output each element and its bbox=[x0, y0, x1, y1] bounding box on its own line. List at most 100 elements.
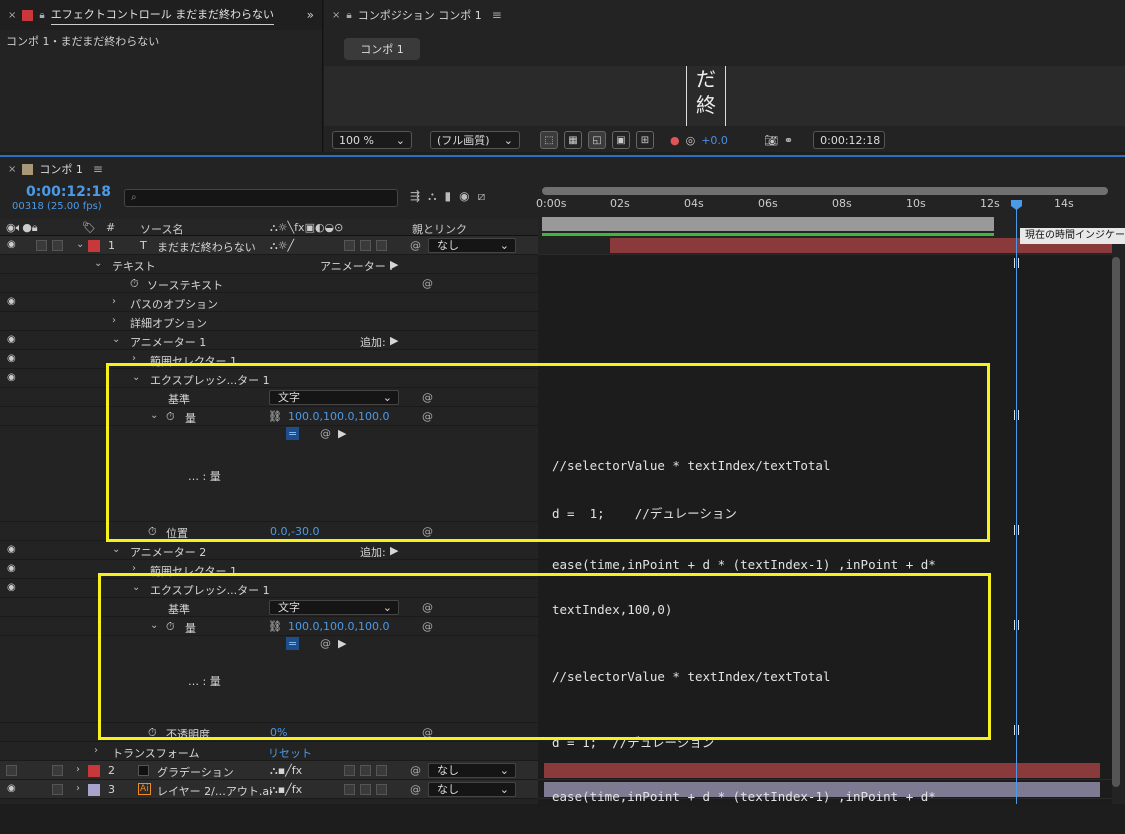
keyframe-marker[interactable] bbox=[1014, 725, 1019, 735]
switch-box[interactable] bbox=[344, 240, 355, 251]
text-group-row[interactable]: ⌄ テキスト アニメーター : ▶ bbox=[0, 255, 538, 274]
layer-row-1[interactable]: ◉ ⌄ 1 T まだまだ終わらない ⛬☼╱ @ なし ⌄ bbox=[0, 236, 538, 255]
chevron-right-icon[interactable]: › bbox=[112, 315, 116, 326]
eye-icon[interactable]: ◉ bbox=[7, 582, 16, 593]
channel-icon[interactable]: ● bbox=[670, 134, 680, 147]
exposure-value[interactable]: +0.0 bbox=[701, 134, 728, 147]
layer-switch-icons[interactable]: ⛬▪╱fx bbox=[270, 783, 302, 797]
lock-switch[interactable] bbox=[52, 784, 63, 795]
eye-icon[interactable]: ◉ bbox=[7, 563, 16, 574]
chevron-right-icon[interactable]: › bbox=[76, 783, 80, 794]
switch-box[interactable] bbox=[376, 765, 387, 776]
chevron-down-icon[interactable]: ⌄ bbox=[76, 239, 84, 250]
layer-name[interactable]: レイヤー 2/…アウト.ai bbox=[157, 783, 272, 799]
pickwhip-icon[interactable]: @ bbox=[410, 783, 421, 796]
vertical-scrollbar[interactable] bbox=[1112, 257, 1120, 787]
show-snapshot-icon[interactable]: ⚭ bbox=[784, 134, 793, 147]
comp-flowchart-icon[interactable]: ⇶ bbox=[410, 189, 420, 204]
menu-icon[interactable]: ≡ bbox=[93, 162, 103, 176]
eye-icon[interactable]: ◉ bbox=[7, 544, 16, 555]
eye-icon[interactable]: ◉ bbox=[7, 372, 16, 383]
layer-switch-icons[interactable]: ⛬☼╱ bbox=[270, 239, 294, 253]
eye-icon[interactable]: ◉ bbox=[7, 296, 16, 307]
layer-row-3[interactable]: ◉ › 3 Ai レイヤー 2/…アウト.ai ⛬▪╱fx @ なし ⌄ bbox=[0, 780, 538, 799]
stopwatch-icon[interactable]: ⏱︎ bbox=[130, 277, 139, 291]
parent-dropdown[interactable]: なし ⌄ bbox=[428, 238, 516, 253]
switch-box[interactable] bbox=[344, 765, 355, 776]
more-options-row[interactable]: › 詳細オプション bbox=[0, 312, 538, 331]
label-swatch[interactable] bbox=[88, 784, 100, 796]
keyframe-marker[interactable] bbox=[1014, 258, 1019, 268]
play-circle-icon[interactable]: ▶ bbox=[390, 334, 398, 347]
current-time-indicator-line[interactable] bbox=[1016, 200, 1017, 804]
transparency-grid-icon[interactable]: ▦ bbox=[564, 131, 582, 149]
source-name-header[interactable]: ソース名 bbox=[140, 221, 183, 237]
timeline-tab[interactable]: × コンポ 1 ≡ bbox=[0, 157, 1125, 181]
layer-row-2[interactable]: › 2 グラデーション ⛬▪╱fx @ なし ⌄ bbox=[0, 761, 538, 780]
close-icon[interactable]: × bbox=[8, 10, 16, 21]
close-icon[interactable]: × bbox=[8, 164, 16, 175]
pickwhip-icon[interactable]: @ bbox=[410, 239, 421, 252]
source-text-row[interactable]: ⏱︎ ソーステキスト @ bbox=[0, 274, 538, 293]
path-options-row[interactable]: ◉ › パスのオプション bbox=[0, 293, 538, 312]
time-navigator[interactable] bbox=[542, 187, 1108, 195]
comp-tab-button[interactable]: コンポ 1 bbox=[344, 38, 420, 60]
shy-icon[interactable]: ⛬ bbox=[428, 189, 436, 204]
snapshot-icon[interactable]: 📷︎ bbox=[764, 134, 778, 147]
keyframe-marker[interactable] bbox=[1014, 620, 1019, 630]
composition-tab[interactable]: × 🔒︎ コンポジション コンポ 1 ≡ bbox=[324, 0, 1125, 30]
lock-icon[interactable]: 🔒︎ bbox=[39, 10, 44, 21]
reset-link[interactable]: リセット bbox=[268, 745, 312, 761]
mask-path-icon[interactable]: ◱ bbox=[588, 131, 606, 149]
layer-switch-icons[interactable]: ⛬▪╱fx bbox=[270, 764, 302, 778]
switch-box[interactable] bbox=[360, 765, 371, 776]
composition-viewer[interactable]: だ 終 bbox=[324, 66, 1125, 126]
animator1-row[interactable]: ◉ ⌄ アニメーター 1 追加: ▶ bbox=[0, 331, 538, 350]
switch-box[interactable] bbox=[376, 784, 387, 795]
grid-guides-icon[interactable]: ⊞ bbox=[636, 131, 654, 149]
zoom-dropdown[interactable]: 100 % ⌄ bbox=[332, 131, 412, 149]
transform-row[interactable]: › トランスフォーム リセット bbox=[0, 742, 538, 761]
layer-name[interactable]: まだまだ終わらない bbox=[157, 239, 256, 255]
pickwhip-icon[interactable]: @ bbox=[422, 277, 433, 290]
switch-box[interactable] bbox=[376, 240, 387, 251]
label-swatch[interactable] bbox=[88, 765, 100, 777]
region-of-interest-icon[interactable]: ▣ bbox=[612, 131, 630, 149]
play-circle-icon[interactable]: ▶ bbox=[390, 544, 398, 557]
lock-switch[interactable] bbox=[52, 240, 63, 251]
current-time-display[interactable]: 0:00:12:18 bbox=[26, 184, 111, 200]
switch-box[interactable] bbox=[360, 784, 371, 795]
animator2-row[interactable]: ◉ ⌄ アニメーター 2 追加: ▶ bbox=[0, 541, 538, 560]
eye-icon[interactable]: ◉ bbox=[7, 239, 16, 250]
eye-icon[interactable]: ◉ bbox=[7, 353, 16, 364]
menu-icon[interactable]: ≡ bbox=[492, 8, 502, 22]
eye-icon[interactable]: ◉ bbox=[7, 783, 16, 794]
switch-box[interactable] bbox=[360, 240, 371, 251]
play-circle-icon[interactable]: ▶ bbox=[390, 258, 398, 271]
motion-blur-icon[interactable]: ◉ bbox=[459, 189, 469, 204]
viewer-timecode[interactable]: 0:00:12:18 bbox=[813, 131, 886, 149]
chevron-down-icon[interactable]: ⌄ bbox=[112, 544, 120, 555]
keyframe-marker[interactable] bbox=[1014, 410, 1019, 420]
chevron-right-icon[interactable]: › bbox=[94, 745, 98, 756]
graph-editor-icon[interactable]: ⧄ bbox=[478, 189, 486, 204]
eye-icon[interactable]: ◉ bbox=[7, 334, 16, 345]
lock-icon[interactable]: 🔒︎ bbox=[346, 10, 351, 21]
label-swatch[interactable] bbox=[88, 240, 100, 252]
parent-dropdown[interactable]: なし ⌄ bbox=[428, 782, 516, 797]
resolution-dropdown[interactable]: (フル画質) ⌄ bbox=[430, 131, 520, 149]
solo-switch[interactable] bbox=[36, 240, 47, 251]
work-area-bar[interactable] bbox=[542, 217, 994, 231]
fast-preview-icon[interactable]: ⬚ bbox=[540, 131, 558, 149]
close-icon[interactable]: × bbox=[332, 10, 340, 21]
lock-switch[interactable] bbox=[52, 765, 63, 776]
chevron-right-icon[interactable]: › bbox=[112, 296, 116, 307]
effect-controls-tab[interactable]: × 🔒︎ エフェクトコントロール まだまだ終わらない » bbox=[0, 0, 322, 30]
parent-dropdown[interactable]: なし ⌄ bbox=[428, 763, 516, 778]
keyframe-marker[interactable] bbox=[1014, 525, 1019, 535]
search-input[interactable]: ⌕ bbox=[124, 189, 398, 207]
frame-blending-icon[interactable]: ▮ bbox=[444, 189, 451, 204]
switch-box[interactable] bbox=[344, 784, 355, 795]
parent-link-header[interactable]: 親とリンク bbox=[412, 221, 467, 237]
chevron-down-icon[interactable]: ⌄ bbox=[112, 334, 120, 345]
